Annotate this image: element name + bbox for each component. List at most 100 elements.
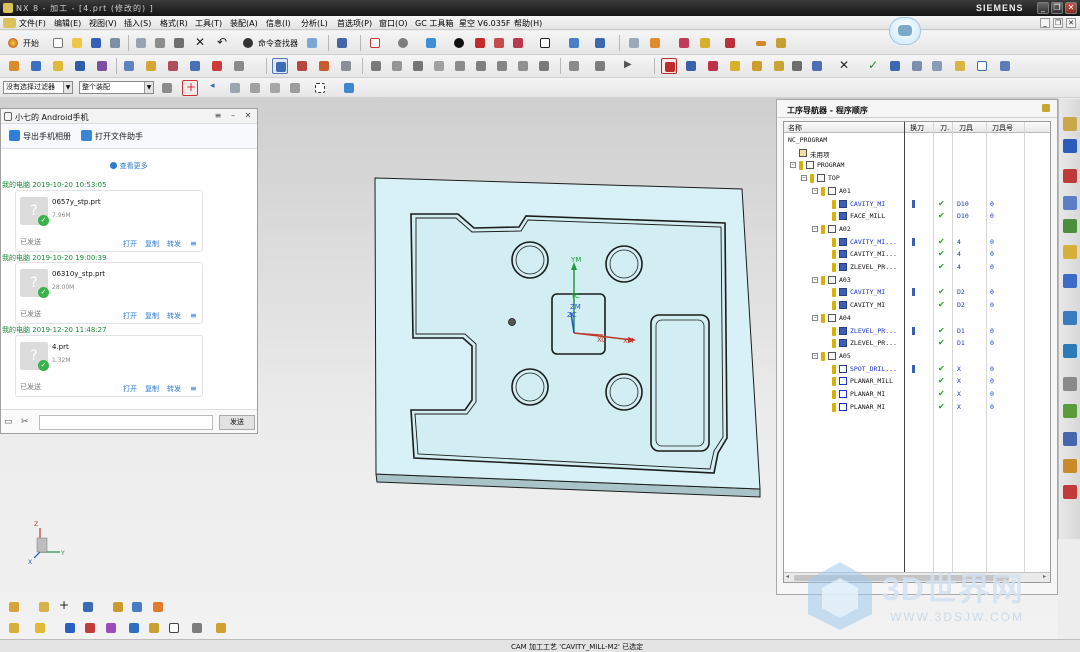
open-icon[interactable]	[69, 35, 85, 51]
system-scenes-icon[interactable]	[1063, 485, 1077, 499]
analysis-icon[interactable]	[697, 35, 713, 51]
post-output-icon[interactable]	[661, 58, 677, 74]
vericut-icon[interactable]	[705, 58, 721, 74]
menu-window[interactable]: 窗口(O)	[379, 18, 408, 29]
color-icon[interactable]	[150, 599, 166, 615]
menu-gc-toolkit[interactable]: GC 工具箱	[415, 18, 453, 29]
command-finder-button[interactable]: 命令查找器	[258, 38, 298, 49]
move-icon[interactable]	[592, 58, 608, 74]
feature-icon[interactable]	[647, 35, 663, 51]
history-icon[interactable]	[1063, 344, 1077, 358]
create-tool-icon[interactable]	[28, 58, 44, 74]
delete-icon[interactable]: ✕	[192, 35, 208, 51]
document-icon[interactable]	[3, 18, 16, 28]
document-icon-2[interactable]	[909, 58, 925, 74]
operation-row[interactable]: CAVITY_MI ✔ D2 0	[784, 286, 1050, 299]
doc-minimize-button[interactable]: _	[1040, 18, 1050, 28]
program-group-row[interactable]: − A04	[784, 312, 1050, 325]
minimize-button[interactable]: _	[1037, 2, 1049, 14]
operation-row[interactable]: CAVITY_MI ✔ D10 0	[784, 198, 1050, 211]
column-tool-change[interactable]: 换刀	[910, 123, 924, 133]
maximize-button[interactable]: ❐	[1051, 2, 1063, 14]
forward-file-button[interactable]: 转发	[167, 384, 181, 394]
see-more-link[interactable]: 查看更多	[1, 161, 257, 171]
render-style-icon[interactable]	[395, 35, 411, 51]
simulate-icon[interactable]	[722, 35, 738, 51]
send-button[interactable]: 发送	[219, 415, 255, 430]
show-hide-icon[interactable]	[341, 80, 357, 96]
edit-path-icon[interactable]	[536, 58, 552, 74]
operation-row[interactable]: PLANAR_MI ✔ X 0	[784, 401, 1050, 414]
assembly-navigator-icon[interactable]	[1063, 117, 1077, 131]
undo-icon[interactable]: ↶	[214, 35, 230, 51]
menu-xingkong[interactable]: 星空 V6.035F	[459, 18, 511, 29]
file-card[interactable]: ? ✓ 0657y_stp.prt 7.96M 已发送 打开 复制 转发 ≡	[15, 190, 203, 252]
column-tool[interactable]: 刀具	[959, 123, 973, 133]
message-input[interactable]	[39, 415, 213, 430]
copy-icon[interactable]	[152, 35, 168, 51]
folder-attach-icon[interactable]: ▭	[4, 417, 13, 427]
open-file-button[interactable]: 打开	[123, 311, 137, 321]
scissors-icon[interactable]: ✂	[21, 417, 29, 427]
hd3d-tools-icon[interactable]	[1063, 274, 1077, 288]
chip-icon[interactable]	[789, 58, 805, 74]
collapse-toggle-icon[interactable]: −	[812, 314, 818, 321]
collapse-toggle-icon[interactable]: −	[812, 276, 818, 283]
measure-icon[interactable]	[676, 35, 692, 51]
menu-edit[interactable]: 编辑(E)	[54, 18, 81, 29]
operation-row[interactable]: PLANAR_MILL ✔ X 0	[784, 375, 1050, 388]
path-display-icon[interactable]	[294, 58, 310, 74]
group-icon[interactable]	[129, 599, 145, 615]
background-icon[interactable]	[537, 35, 553, 51]
collapse-toggle-icon[interactable]: −	[812, 352, 818, 359]
machine-builder-icon[interactable]	[1063, 219, 1077, 233]
phone-panel-close-button[interactable]: ✕	[243, 111, 253, 121]
layer-box-icon[interactable]	[510, 35, 526, 51]
copy-object-icon[interactable]	[166, 620, 182, 636]
export-album-tab[interactable]: 导出手机相册	[23, 131, 71, 142]
program-group-row[interactable]: − A01	[784, 185, 1050, 198]
manufacturing-wizard-icon[interactable]	[1063, 432, 1077, 446]
copy-file-button[interactable]: 复制	[145, 239, 159, 249]
program-view-icon[interactable]	[121, 58, 137, 74]
point-constructor-icon[interactable]	[32, 620, 48, 636]
save-icon[interactable]	[88, 35, 104, 51]
constraint-navigator-icon[interactable]	[1063, 139, 1077, 153]
window-select-icon[interactable]	[304, 35, 320, 51]
menu-analysis[interactable]: 分析(L)	[301, 18, 328, 29]
more-menu-icon[interactable]: ≡	[190, 239, 197, 248]
close-button[interactable]: ✕	[1065, 2, 1077, 14]
file-card[interactable]: ? ✓ 4.prt 1.32M 已发送 打开 复制 转发 ≡	[15, 335, 203, 397]
open-file-button[interactable]: 打开	[123, 384, 137, 394]
navigator-tree[interactable]: 名称 换刀 刀. 刀具 刀具号 NC_PROGRAM 未用项 − PROGRAM − TO…	[783, 121, 1051, 583]
print-icon[interactable]	[107, 35, 123, 51]
operation-row[interactable]: CAVITY_MI ✔ D2 0	[784, 299, 1050, 312]
sphere-icon[interactable]	[451, 35, 467, 51]
report-icon[interactable]	[887, 58, 903, 74]
collapse-toggle-icon[interactable]: −	[801, 175, 807, 182]
verify-icon[interactable]	[389, 58, 405, 74]
accept-check-icon[interactable]: ✓	[865, 58, 881, 74]
operation-row[interactable]: FACE_MILL ✔ D10 0	[784, 210, 1050, 223]
file-card[interactable]: ? ✓ 06310y_stp.prt 28.00M 已发送 打开 复制 转发 ≡	[15, 262, 203, 324]
menu-information[interactable]: 信息(I)	[266, 18, 291, 29]
replay-icon[interactable]	[316, 58, 332, 74]
system-materials-icon[interactable]	[1063, 377, 1077, 391]
extend-icon[interactable]	[213, 620, 229, 636]
create-geometry-icon[interactable]	[50, 58, 66, 74]
phone-panel-minimize-button[interactable]: –	[228, 111, 238, 121]
method-view-icon[interactable]	[187, 58, 203, 74]
collapse-toggle-icon[interactable]: −	[812, 225, 818, 232]
transform-icon[interactable]	[566, 58, 582, 74]
holder-icon[interactable]	[749, 58, 765, 74]
more-menu-icon[interactable]: ≡	[190, 311, 197, 320]
web-browser-icon[interactable]	[1063, 311, 1077, 325]
nc-output-icon[interactable]	[683, 58, 699, 74]
operation-row[interactable]: ZLEVEL_PR... ✔ D1 0	[784, 325, 1050, 338]
operation-row[interactable]: ZLEVEL_PR... ✔ D1 0	[784, 337, 1050, 350]
phone-panel-menu-button[interactable]: ≡	[213, 111, 223, 121]
menu-help[interactable]: 帮助(H)	[514, 18, 542, 29]
orient-icon[interactable]	[592, 35, 608, 51]
process-studio-icon[interactable]	[1063, 404, 1077, 418]
scale-icon[interactable]	[126, 620, 142, 636]
